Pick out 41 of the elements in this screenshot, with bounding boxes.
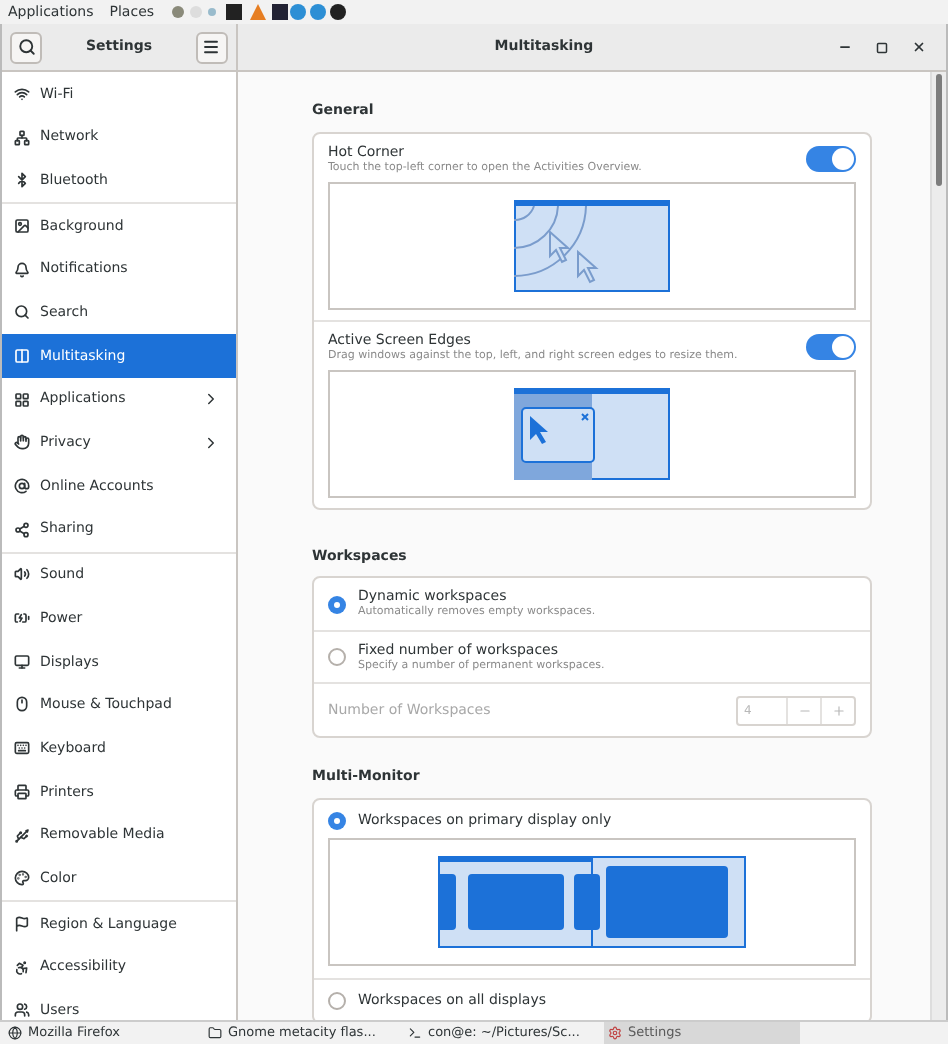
radio-button[interactable]: [328, 811, 346, 829]
radio-button[interactable]: [328, 595, 346, 613]
menu-button[interactable]: [195, 31, 228, 63]
maximize-icon[interactable]: [876, 41, 888, 53]
scrollbar[interactable]: [930, 72, 946, 1020]
hand-icon: [14, 434, 30, 451]
menu-icon: [202, 38, 221, 56]
monitor-icon: [14, 653, 30, 670]
bell-icon: [14, 261, 30, 278]
radio-button[interactable]: [328, 648, 346, 666]
mouse-icon: [14, 696, 30, 713]
search-icon: [17, 38, 35, 56]
toggle-switch[interactable]: [806, 146, 856, 172]
battery-icon: [14, 610, 30, 627]
keyboard-icon: [14, 740, 30, 757]
minimize-icon[interactable]: [838, 40, 852, 54]
close-icon[interactable]: [912, 40, 926, 54]
terminal-icon: [408, 1026, 422, 1040]
panes-icon: [14, 347, 30, 364]
wifi-icon: [14, 85, 30, 102]
grid-icon: [14, 391, 30, 408]
search-icon: [14, 304, 30, 321]
bluetooth-icon: [14, 172, 30, 189]
users-icon: [14, 1002, 30, 1019]
network-icon: [14, 129, 30, 146]
toggle-switch[interactable]: [806, 334, 856, 360]
at-sign-icon: [14, 478, 30, 495]
chevron-icon: [202, 433, 220, 452]
gear-icon: [608, 1026, 622, 1040]
usb-icon: [14, 827, 30, 844]
speaker-icon: [14, 566, 30, 583]
search-button[interactable]: [10, 31, 42, 63]
printer-icon: [14, 783, 30, 800]
share-icon: [14, 521, 30, 538]
image-icon: [14, 217, 30, 234]
accessibility-icon: [14, 959, 30, 976]
palette-icon: [14, 870, 30, 887]
radio-button[interactable]: [328, 991, 346, 1009]
chevron-icon: [202, 390, 220, 409]
flag-icon: [14, 915, 30, 932]
globe-icon: [8, 1026, 22, 1040]
